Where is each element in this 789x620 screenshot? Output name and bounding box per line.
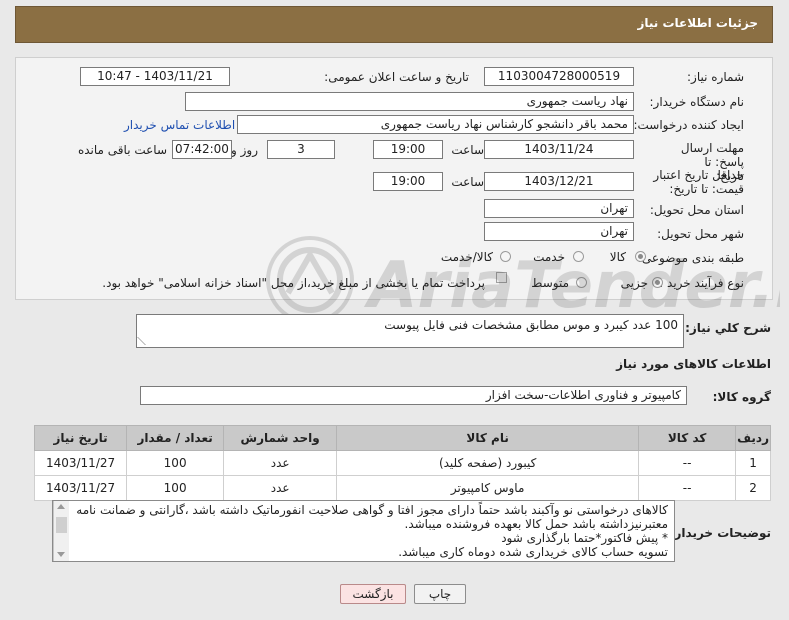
scroll-down-icon[interactable]	[57, 552, 65, 557]
requester-field[interactable]: محمد باقر دانشجو کارشناس نهاد ریاست جمهو…	[237, 115, 634, 134]
category-service-radio[interactable]	[573, 251, 584, 262]
buyer-notes-box[interactable]: کالاهای درخواستی نو وآکبند باشد حتماً دا…	[52, 500, 675, 562]
announce-datetime-label: تاریخ و ساعت اعلان عمومی:	[324, 70, 469, 84]
col-row: ردیف	[735, 425, 771, 451]
price-validity-label: حداقل تاریخ اعتبار قیمت: تا تاریخ:	[653, 168, 744, 196]
col-unit: واحد شمارش	[223, 425, 338, 451]
province-field[interactable]: تهران	[484, 199, 634, 218]
buyer-notes-text: کالاهای درخواستی نو وآکبند باشد حتماً دا…	[69, 501, 674, 561]
items-table-wrapper: ردیف کد کالا نام کالا واحد شمارش تعداد /…	[33, 425, 771, 501]
remaining-days-field[interactable]: 3	[267, 140, 335, 159]
remaining-time-field[interactable]: 07:42:00	[172, 140, 232, 159]
notes-scrollbar[interactable]	[53, 501, 69, 561]
reply-deadline-date[interactable]: 1403/11/24	[484, 140, 634, 159]
col-date: تاریخ نیاز	[33, 425, 128, 451]
province-label: استان محل تحویل:	[649, 203, 744, 217]
city-field[interactable]: تهران	[484, 222, 634, 241]
price-validity-date[interactable]: 1403/12/21	[484, 172, 634, 191]
print-button[interactable]: چاپ	[414, 584, 466, 604]
days-label: روز و	[231, 143, 258, 157]
col-name: نام کالا	[336, 425, 640, 451]
purchase-type-label: نوع فرآیند خرید :	[659, 276, 744, 290]
need-number-label: شماره نیاز:	[687, 70, 744, 84]
purchase-medium-label: متوسط	[531, 276, 569, 290]
goods-group-label: گروه کالا:	[712, 390, 771, 404]
col-code: کد کالا	[638, 425, 737, 451]
description-field[interactable]: 100 عدد کیبرد و موس مطابق مشخصات فنی فای…	[136, 314, 684, 348]
buyer-org-label: نام دستگاه خریدار:	[649, 95, 745, 109]
note-line: تسویه حساب کالای خریداری شده دوماه کاری …	[398, 545, 668, 559]
buyer-contact-link[interactable]: اطلاعات تماس خریدار	[124, 118, 235, 132]
description-label: شرح کلي نياز:	[685, 321, 771, 335]
reply-time-label: ساعت	[451, 143, 484, 157]
category-label: طبقه بندی موضوعی:	[637, 251, 744, 265]
note-line: * پیش فاکتور*حتما بارگذاری شود	[501, 531, 668, 545]
treasury-payment-checkbox[interactable]	[496, 272, 507, 283]
category-goods-label: کالا	[609, 250, 626, 264]
price-time-label: ساعت	[451, 175, 484, 189]
reply-deadline-time[interactable]: 19:00	[373, 140, 443, 159]
category-goods-radio[interactable]	[635, 251, 646, 262]
goods-group-field[interactable]: کامپیوتر و فناوری اطلاعات-سخت افزار	[140, 386, 687, 405]
table-row[interactable]: 2 -- ماوس کامپیوتر عدد 100 1403/11/27	[33, 475, 771, 501]
announce-datetime-field[interactable]: 1403/11/21 - 10:47	[80, 67, 230, 86]
city-label: شهر محل تحویل:	[657, 227, 744, 241]
scroll-up-icon[interactable]	[57, 504, 65, 509]
purchase-minor-label: جزیی	[620, 276, 648, 290]
purchase-medium-radio[interactable]	[576, 277, 587, 288]
need-number-field[interactable]: 1103004728000519	[484, 67, 634, 86]
back-button[interactable]: بازگشت	[340, 584, 406, 604]
note-line: معتبرنیزداشته باشد حمل کالا بعهده فروشند…	[404, 517, 669, 531]
items-table: ردیف کد کالا نام کالا واحد شمارش تعداد /…	[33, 425, 771, 501]
purchase-minor-radio[interactable]	[652, 277, 663, 288]
remaining-label: ساعت باقی مانده	[77, 143, 167, 157]
items-table-header: ردیف کد کالا نام کالا واحد شمارش تعداد /…	[33, 425, 771, 451]
page-title: جزئیات اطلاعات نیاز	[637, 16, 758, 30]
category-both-label: کالا/خدمت	[440, 250, 493, 264]
category-both-radio[interactable]	[500, 251, 511, 262]
requester-label: ایجاد کننده درخواست:	[633, 118, 744, 132]
note-line: کالاهای درخواستی نو وآکبند باشد حتماً دا…	[76, 503, 668, 517]
buyer-org-field[interactable]: نهاد ریاست جمهوری	[185, 92, 634, 111]
scroll-thumb[interactable]	[56, 517, 67, 533]
description-text: 100 عدد کیبرد و موس مطابق مشخصات فنی فای…	[384, 318, 678, 332]
table-row[interactable]: 1 -- کیبورد (صفحه کلید) عدد 100 1403/11/…	[33, 450, 771, 476]
page-header: جزئیات اطلاعات نیاز	[15, 6, 773, 43]
buyer-notes-label: توضیحات خریدار:	[669, 526, 771, 540]
treasury-payment-note: پرداخت تمام یا بخشی از مبلغ خرید،از محل …	[102, 276, 485, 290]
category-service-label: خدمت	[533, 250, 565, 264]
price-validity-time[interactable]: 19:00	[373, 172, 443, 191]
col-qty: تعداد / مقدار	[126, 425, 225, 451]
items-section-title: اطلاعات کالاهای مورد نیاز	[616, 357, 771, 371]
